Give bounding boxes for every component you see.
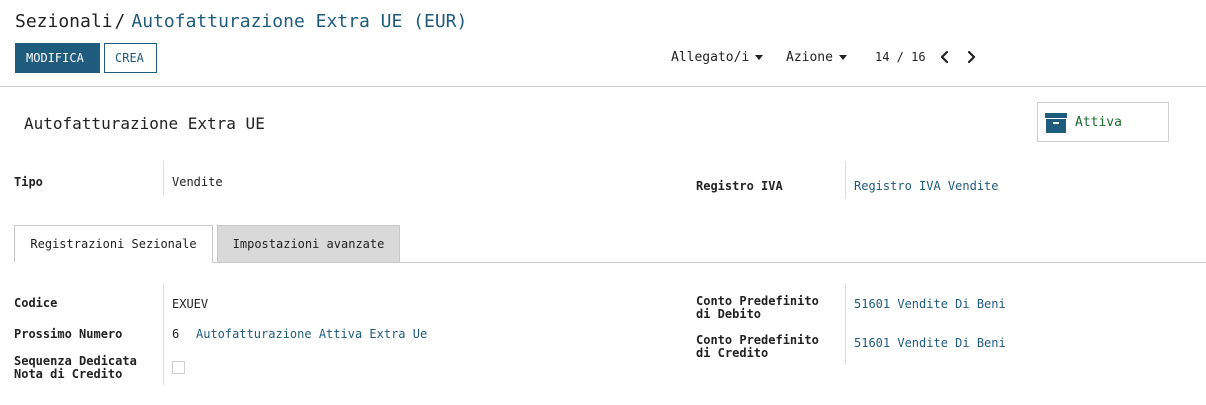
control-panel-divider	[0, 86, 1206, 87]
attachments-dropdown[interactable]: Allegato/i	[671, 49, 764, 67]
field-label-conto-debito-line2: di Debito	[696, 307, 762, 321]
sequenza-nc-checkbox[interactable]	[172, 361, 185, 374]
caret-down-icon	[755, 55, 764, 60]
field-label-registro-iva: Registro IVA	[696, 179, 783, 193]
field-separator	[845, 161, 846, 199]
edit-button[interactable]: MODIFICA	[15, 43, 100, 73]
attachments-label: Allegato/i	[671, 50, 750, 65]
action-dropdown[interactable]: Azione	[786, 49, 847, 67]
field-value-sequence-link[interactable]: Autofatturazione Attiva Extra Ue	[196, 327, 427, 341]
breadcrumb-separator: /	[114, 11, 126, 32]
breadcrumb-parent[interactable]: Sezionali	[15, 11, 113, 32]
field-separator	[845, 283, 846, 365]
tab-registrazioni-sezionale[interactable]: Registrazioni Sezionale	[14, 225, 213, 263]
field-value-tipo: Vendite	[172, 175, 223, 189]
record-title: Autofatturazione Extra UE	[24, 114, 265, 133]
caret-down-icon	[838, 55, 847, 60]
field-separator	[163, 161, 164, 195]
tab-impostazioni-avanzate[interactable]: Impostazioni avanzate	[217, 225, 400, 262]
field-value-registro-iva[interactable]: Registro IVA Vendite	[854, 179, 999, 193]
chevron-right-icon[interactable]	[965, 48, 979, 66]
active-toggle-button[interactable]: Attiva	[1037, 102, 1169, 142]
field-label-tipo: Tipo	[14, 175, 43, 189]
field-value-prossimo-numero: 6	[172, 327, 180, 341]
field-value-conto-debito[interactable]: 51601 Vendite Di Beni	[854, 297, 1006, 311]
create-button[interactable]: CREA	[104, 43, 157, 73]
action-label: Azione	[786, 50, 833, 65]
field-label-sequenza-nc-line2: Nota di Credito	[14, 367, 123, 381]
pager-value[interactable]: 14 / 16	[875, 48, 926, 66]
field-label-conto-credito-line2: di Credito	[696, 346, 769, 360]
active-label: Attiva	[1075, 115, 1122, 130]
field-label-prossimo-numero: Prossimo Numero	[14, 327, 123, 341]
field-value-conto-credito[interactable]: 51601 Vendite Di Beni	[854, 336, 1006, 350]
field-value-codice: EXUEV	[172, 297, 209, 311]
breadcrumb-current: Autofatturazione Extra UE (EUR)	[131, 11, 468, 32]
chevron-left-icon[interactable]	[939, 48, 953, 66]
breadcrumb: Sezionali / Autofatturazione Extra UE (EUR…	[15, 10, 467, 34]
archive-icon	[1045, 112, 1067, 134]
field-label-codice: Codice	[14, 296, 58, 310]
field-separator	[163, 283, 164, 385]
